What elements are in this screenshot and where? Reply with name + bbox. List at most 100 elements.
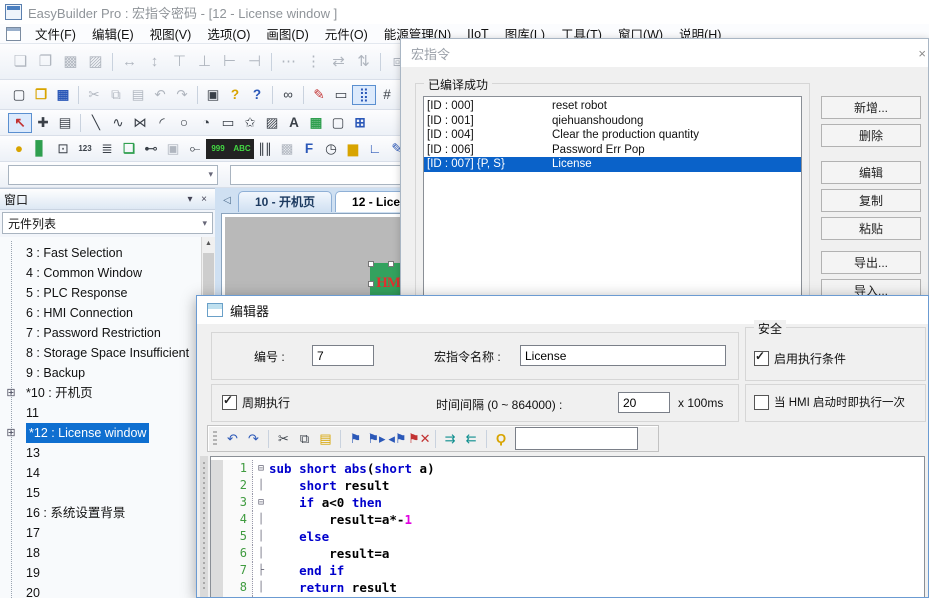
set-word-icon[interactable]: 123 <box>74 139 96 159</box>
new-icon[interactable]: ▢ <box>8 85 30 105</box>
macro-list-item[interactable]: [ID : 000] reset robot <box>424 99 801 114</box>
tree-item-11[interactable]: 11 <box>0 403 202 423</box>
undo-icon[interactable]: ↶ <box>222 429 243 449</box>
find-replace-icon[interactable]: Ϙ <box>491 429 512 449</box>
tree-item-14[interactable]: 14 <box>0 463 202 483</box>
menu-objects[interactable]: 元件(O) <box>317 24 376 43</box>
macro-list-item[interactable]: [ID : 001] qiehuanshoudong <box>424 114 801 129</box>
code-line[interactable]: 1 ⊟ sub short abs(short a) <box>211 460 924 477</box>
picture-view-icon[interactable]: ▩ <box>276 139 298 159</box>
selection-margin[interactable] <box>211 460 223 477</box>
open-icon[interactable]: ❒ <box>30 85 52 105</box>
find-input[interactable] <box>515 427 638 450</box>
selection-margin[interactable] <box>211 596 223 597</box>
star-tool-icon[interactable]: ✩ <box>239 113 261 133</box>
align-right-icon[interactable]: ⊣ <box>242 50 267 74</box>
bezier-tool-icon[interactable]: ∿ <box>107 113 129 133</box>
bookmark-clear-icon[interactable]: ⚑✕ <box>408 429 431 449</box>
tree-item-3[interactable]: 3 : Fast Selection <box>0 243 202 263</box>
code-line[interactable]: 6 │ result=a <box>211 545 924 562</box>
cut-icon[interactable]: ✂ <box>273 429 294 449</box>
tree-item-8[interactable]: 8 : Storage Space Insufficient <box>0 343 202 363</box>
word-lamp-icon[interactable]: ▋ <box>30 139 52 159</box>
tree-item-16[interactable]: 16 : 系统设置背景 <box>0 503 202 523</box>
tree-item-19[interactable]: 19 <box>0 563 202 583</box>
menu-draw[interactable]: 画图(D) <box>258 24 316 43</box>
tree-item-20[interactable]: 20 <box>0 583 202 598</box>
fold-marker[interactable]: └ <box>253 596 269 597</box>
menu-options[interactable]: 选项(O) <box>199 24 258 43</box>
tree-item-18[interactable]: 18 <box>0 543 202 563</box>
context-help-icon[interactable]: ? <box>246 85 268 105</box>
fold-marker[interactable]: ⊟ <box>253 460 269 477</box>
selection-margin[interactable] <box>211 477 223 494</box>
code-line[interactable]: 8 │ return result <box>211 579 924 596</box>
dock-menu-icon[interactable]: ▾ <box>183 194 197 205</box>
code-line[interactable]: 7 ├ end if <box>211 562 924 579</box>
macro-list-item[interactable]: [ID : 006] Password Err Pop <box>424 143 801 158</box>
code-line[interactable]: 9 └ end sub <box>211 596 924 597</box>
tab-window-10[interactable]: 10 - 开机页 <box>238 191 332 212</box>
macro-list[interactable]: [ID : 000] reset robot [ID : 001] qiehua… <box>423 96 802 299</box>
annotate-tool-icon[interactable]: ▤ <box>54 113 76 133</box>
close-icon[interactable]: × <box>918 46 926 61</box>
arc-tool-icon[interactable]: ◜ <box>151 113 173 133</box>
selection-handle[interactable] <box>388 261 394 267</box>
child-window-icon[interactable] <box>6 27 21 41</box>
selection-handle[interactable] <box>368 281 374 287</box>
save-icon[interactable]: ▦ <box>52 85 74 105</box>
slider-icon[interactable]: ⊷ <box>140 139 162 159</box>
rectangle-tool-icon[interactable]: ▭ <box>217 113 239 133</box>
hatch-tool-icon[interactable]: ▨ <box>261 113 283 133</box>
macro-list-item-selected[interactable]: [ID : 007] {P, S} License <box>424 157 801 172</box>
tree-item-17[interactable]: 17 <box>0 523 202 543</box>
macro-name-input[interactable] <box>520 345 726 366</box>
fold-marker[interactable]: ⊟ <box>253 494 269 511</box>
menu-file[interactable]: 文件(F) <box>27 24 84 43</box>
paste-icon[interactable]: ▤ <box>127 85 149 105</box>
select-tool-icon[interactable]: ↖ <box>8 113 32 133</box>
tab-scroll-left-icon[interactable]: ◁ <box>219 193 235 209</box>
editor-grip[interactable] <box>200 456 208 597</box>
fold-marker[interactable]: │ <box>253 528 269 545</box>
copy-icon[interactable]: ⧉ <box>105 85 127 105</box>
indent-icon[interactable]: ⇉ <box>440 429 461 449</box>
fold-marker[interactable]: │ <box>253 477 269 494</box>
direct-window-icon[interactable]: ❏ <box>118 139 140 159</box>
selection-margin[interactable] <box>211 528 223 545</box>
align-top-icon[interactable]: ⊤ <box>167 50 192 74</box>
expand-icon[interactable]: ⊞ <box>3 383 19 403</box>
tree-item-12[interactable]: ⊞*12 : License window <box>0 423 202 443</box>
same-height-icon[interactable]: ⇅ <box>351 50 376 74</box>
fold-marker[interactable]: │ <box>253 511 269 528</box>
tree-item-7[interactable]: 7 : Password Restriction <box>0 323 202 343</box>
redo-icon[interactable]: ↷ <box>171 85 193 105</box>
picture-tool-icon[interactable]: ▦ <box>305 113 327 133</box>
ruler-icon[interactable]: ▭ <box>330 85 352 105</box>
menu-edit[interactable]: 编辑(E) <box>84 24 142 43</box>
center-horizontal-icon[interactable]: ↔ <box>117 50 142 74</box>
code-editor[interactable]: 1 ⊟ sub short abs(short a) 2 │ short res… <box>210 456 925 597</box>
close-panel-icon[interactable]: × <box>197 194 211 205</box>
fold-marker[interactable]: │ <box>253 545 269 562</box>
align-left-icon[interactable]: ⊢ <box>217 50 242 74</box>
distribute-horizontal-icon[interactable]: ⋯ <box>276 50 301 74</box>
tree-item-15[interactable]: 15 <box>0 483 202 503</box>
paste-icon[interactable]: ▤ <box>315 429 336 449</box>
selection-margin[interactable] <box>211 494 223 511</box>
tree-item-5[interactable]: 5 : PLC Response <box>0 283 202 303</box>
send-backward-icon[interactable]: ▨ <box>83 50 108 74</box>
periodic-checkbox[interactable] <box>222 395 237 410</box>
tree-item-9[interactable]: 9 : Backup <box>0 363 202 383</box>
scroll-up-icon[interactable]: ▲ <box>202 237 215 251</box>
barcode-icon[interactable]: ∥∥ <box>254 139 276 159</box>
pen-style-icon[interactable]: ✎ <box>308 85 330 105</box>
text-tool-icon[interactable]: A <box>283 113 305 133</box>
edit-macro-button[interactable]: 编辑 <box>821 161 921 184</box>
macro-list-item[interactable]: [ID : 004] Clear the production quantity <box>424 128 801 143</box>
macro-id-input[interactable] <box>312 345 374 366</box>
code-line[interactable]: 2 │ short result <box>211 477 924 494</box>
align-bottom-icon[interactable]: ⊥ <box>192 50 217 74</box>
bar-graph-icon[interactable]: ▆ <box>342 139 364 159</box>
bookmark-prev-icon[interactable]: ◂⚑ <box>387 429 408 449</box>
